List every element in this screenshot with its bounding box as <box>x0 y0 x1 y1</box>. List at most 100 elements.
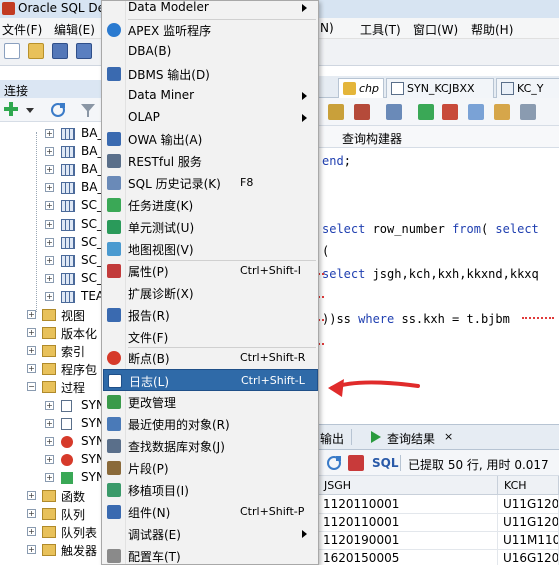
menu-item-17[interactable]: 日志(L) Ctrl+Shift-L <box>103 369 318 392</box>
tree-item[interactable]: + TEA <box>0 288 108 306</box>
table-cell[interactable]: 1120190001 <box>318 531 498 550</box>
open-folder-icon[interactable] <box>28 43 44 59</box>
menu-item-7[interactable]: RESTful 服务 <box>103 150 318 172</box>
menu-item-24[interactable]: 调试器(E) <box>103 523 318 545</box>
tree-folder[interactable]: + 视图 <box>0 306 108 324</box>
table-cell[interactable]: U11G1203 <box>498 495 559 514</box>
collapse-icon[interactable]: − <box>27 382 36 392</box>
menu-item-18[interactable]: 更改管理 <box>103 391 318 413</box>
menu-file[interactable]: 文件(F) <box>2 21 42 38</box>
tree-folder[interactable]: + 索引 <box>0 342 108 360</box>
menu-item-14[interactable]: 报告(R) <box>103 304 318 326</box>
save-icon[interactable] <box>52 43 68 59</box>
save-all-icon[interactable] <box>76 43 92 59</box>
expand-icon[interactable]: + <box>45 237 54 247</box>
expand-icon[interactable]: + <box>45 273 54 283</box>
tree-item[interactable]: + BA_ <box>0 161 108 179</box>
menu-item-2[interactable]: DBA(B) <box>103 41 318 63</box>
expand-icon[interactable]: + <box>45 201 54 211</box>
tree-folder[interactable]: + 队列 <box>0 505 108 523</box>
column-header[interactable]: JSGH <box>318 476 498 495</box>
expand-icon[interactable]: + <box>27 328 36 338</box>
refresh-icon[interactable] <box>326 455 342 471</box>
menu-item-20[interactable]: 查找数据库对象(J) <box>103 435 318 457</box>
tree-folder[interactable]: + 队列表 <box>0 523 108 541</box>
add-connection-icon[interactable] <box>4 102 18 116</box>
autotrace-icon[interactable] <box>386 104 402 120</box>
tab-output[interactable]: 输出 <box>320 430 344 447</box>
menu-item-11[interactable]: 地图视图(V) <box>103 238 318 260</box>
run-script-icon[interactable] <box>328 104 344 120</box>
expand-icon[interactable]: + <box>45 165 54 175</box>
tree-item[interactable]: + BA_ <box>0 143 108 161</box>
expand-icon[interactable]: + <box>45 291 54 301</box>
explain-plan-icon[interactable] <box>354 104 370 120</box>
table-cell[interactable]: 1620150005 <box>318 549 498 565</box>
table-cell[interactable]: 1120110001 <box>318 513 498 532</box>
menu-item-8[interactable]: SQL 历史记录(K) F8 <box>103 172 318 194</box>
expand-icon[interactable]: + <box>45 436 54 446</box>
expand-icon[interactable]: + <box>27 346 36 356</box>
tree-folder[interactable]: + 版本化 <box>0 324 108 342</box>
menu-item-16[interactable]: 断点(B) Ctrl+Shift-R <box>103 347 318 369</box>
tab-kc-y[interactable]: KC_Y <box>496 78 559 98</box>
menu-item-15[interactable]: 文件(F) <box>103 326 318 348</box>
delete-icon[interactable] <box>348 455 364 471</box>
tab-query-builder[interactable]: 查询构建器 <box>342 130 402 147</box>
tree-item[interactable]: + SC_ <box>0 252 108 270</box>
clear-icon[interactable] <box>494 104 510 120</box>
tree-folder[interactable]: + 触发器 <box>0 541 108 559</box>
menu-item-3[interactable]: DBMS 输出(D) <box>103 63 318 85</box>
tree-item[interactable]: + SC_ <box>0 270 108 288</box>
menu-item-23[interactable]: 组件(N) Ctrl+Shift-P <box>103 501 318 523</box>
history-icon[interactable] <box>520 104 536 120</box>
expand-icon[interactable]: + <box>27 545 36 555</box>
tree-item[interactable]: + SYN <box>0 397 108 415</box>
expand-icon[interactable]: + <box>45 255 54 265</box>
expand-icon[interactable]: + <box>45 219 54 229</box>
chevron-down-icon[interactable] <box>26 108 34 113</box>
tree-item[interactable]: + SYN <box>0 451 108 469</box>
tree-item[interactable]: + BA_ <box>0 125 108 143</box>
close-icon[interactable]: × <box>444 430 453 443</box>
expand-icon[interactable]: + <box>45 454 54 464</box>
menu-item-21[interactable]: 片段(P) <box>103 457 318 479</box>
rollback-icon[interactable] <box>442 104 458 120</box>
tree-item[interactable]: + SC_ <box>0 216 108 234</box>
menu-item-25[interactable]: 配置车(T) <box>103 545 318 565</box>
expand-icon[interactable]: + <box>45 418 54 428</box>
tree-item[interactable]: + SC_ <box>0 234 108 252</box>
expand-icon[interactable]: + <box>27 491 36 500</box>
sql-button[interactable]: SQL <box>372 456 399 470</box>
expand-icon[interactable]: + <box>45 129 54 138</box>
table-cell[interactable]: U11M1102 <box>498 531 559 550</box>
menu-partial[interactable]: N) <box>320 21 334 35</box>
menu-item-9[interactable]: 任务进度(K) <box>103 194 318 216</box>
tab-syn-kcjbxx[interactable]: SYN_KCJBXX <box>386 78 494 98</box>
refresh-icon[interactable] <box>50 102 66 118</box>
tree-item[interactable]: + BA_ <box>0 179 108 197</box>
tree-folder[interactable]: − 过程 <box>0 378 108 396</box>
menu-item-6[interactable]: OWA 输出(A) <box>103 128 318 150</box>
menu-item-5[interactable]: OLAP <box>103 107 318 129</box>
tab-query-result[interactable]: 查询结果 <box>387 430 435 447</box>
expand-icon[interactable]: + <box>27 509 36 519</box>
commit-icon[interactable] <box>418 104 434 120</box>
table-cell[interactable]: U16G1201 <box>498 549 559 565</box>
menu-window[interactable]: 窗口(W) <box>413 21 458 38</box>
menu-item-12[interactable]: 属性(P) Ctrl+Shift-I <box>103 260 318 282</box>
filter-icon[interactable] <box>80 102 96 118</box>
menu-help[interactable]: 帮助(H) <box>471 21 513 38</box>
expand-icon[interactable]: + <box>27 310 36 319</box>
menu-item-22[interactable]: 移植项目(I) <box>103 479 318 501</box>
menu-item-4[interactable]: Data Miner <box>103 85 318 107</box>
new-file-icon[interactable] <box>4 43 20 59</box>
tree-item[interactable]: + SYN <box>0 433 108 451</box>
menu-item-0[interactable]: Data Modeler <box>103 1 318 19</box>
expand-icon[interactable]: + <box>45 183 54 193</box>
table-cell[interactable]: 1120110001 <box>318 495 498 514</box>
menu-item-19[interactable]: 最近使用的对象(R) <box>103 413 318 435</box>
expand-icon[interactable]: + <box>45 400 54 410</box>
tab-chp[interactable]: chp <box>338 78 384 99</box>
column-header[interactable]: KCH <box>498 476 559 495</box>
